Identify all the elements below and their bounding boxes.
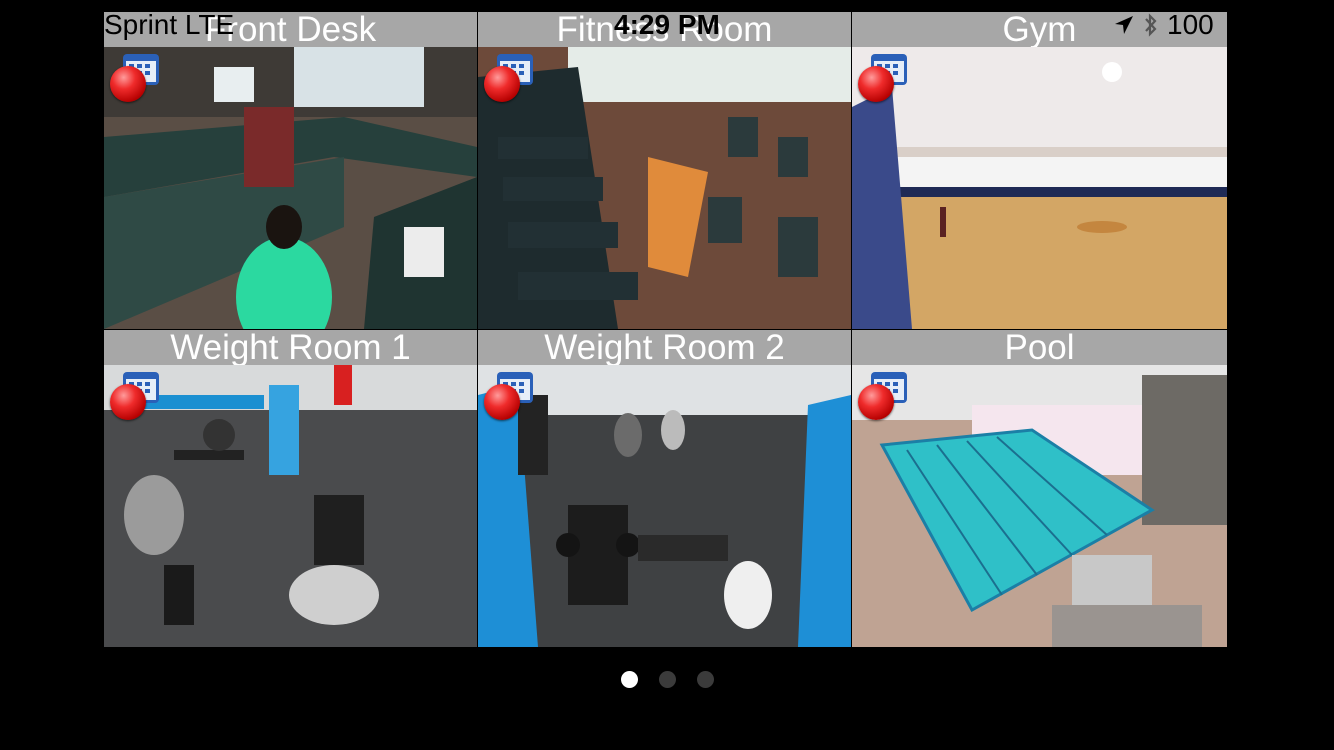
record-indicator-icon (484, 384, 520, 420)
camera-grid: Front Desk Fitness Room Gym Weight Room … (104, 12, 1227, 647)
status-right: 100 (1113, 10, 1227, 40)
record-indicator-icon (110, 66, 146, 102)
camera-title: Weight Room 2 (478, 330, 851, 365)
camera-feed[interactable] (478, 365, 851, 647)
status-carrier: Sprint LTE (104, 9, 235, 40)
camera-tile-weight-room-2[interactable]: Weight Room 2 (478, 330, 851, 647)
page-control[interactable] (0, 671, 1334, 688)
camera-tile-gym[interactable]: Gym (852, 12, 1227, 329)
page-dot-1[interactable] (620, 671, 638, 688)
location-arrow-icon (1115, 16, 1133, 34)
camera-tile-weight-room-1[interactable]: Weight Room 1 (104, 330, 477, 647)
camera-title: Weight Room 1 (104, 330, 477, 365)
camera-tile-fitness-room[interactable]: Fitness Room (478, 12, 851, 329)
page-dot-2[interactable] (658, 671, 676, 688)
status-time: 4:29 PM (614, 9, 720, 40)
record-indicator-icon (858, 66, 894, 102)
camera-feed[interactable] (852, 47, 1227, 329)
battery-percent: 100 (1167, 10, 1214, 40)
record-indicator-icon (110, 384, 146, 420)
camera-title: Pool (852, 330, 1227, 365)
bluetooth-icon (1145, 13, 1157, 37)
camera-feed[interactable] (104, 47, 477, 329)
page-dot-3[interactable] (696, 671, 714, 688)
camera-feed[interactable] (852, 365, 1227, 647)
camera-feed[interactable] (478, 47, 851, 329)
record-indicator-icon (484, 66, 520, 102)
record-indicator-icon (858, 384, 894, 420)
camera-tile-pool[interactable]: Pool (852, 330, 1227, 647)
camera-feed[interactable] (104, 365, 477, 647)
camera-tile-front-desk[interactable]: Front Desk (104, 12, 477, 329)
